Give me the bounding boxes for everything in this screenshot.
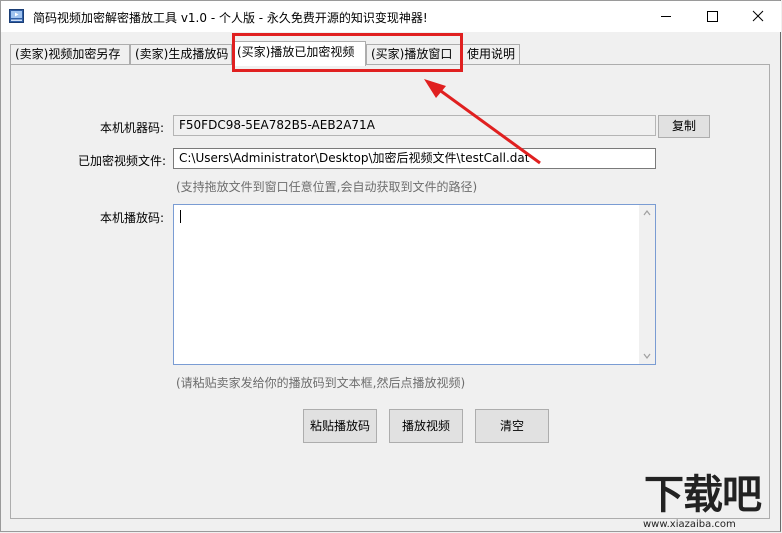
encrypted-file-input[interactable]: C:\Users\Administrator\Desktop\加密后视频文件\t… xyxy=(173,148,656,169)
play-video-button[interactable]: 播放视频 xyxy=(389,409,463,443)
machine-code-label: 本机机器码: xyxy=(100,121,165,135)
maximize-icon xyxy=(707,11,718,22)
minimize-button[interactable] xyxy=(643,1,689,32)
close-icon xyxy=(752,10,764,22)
vertical-scrollbar[interactable] xyxy=(639,205,655,364)
play-code-label: 本机播放码: xyxy=(100,211,165,225)
play-code-textarea[interactable] xyxy=(173,204,656,365)
clear-button[interactable]: 清空 xyxy=(475,409,549,443)
title-bar[interactable]: 简码视频加密解密播放工具 v1.0 - 个人版 - 永久免费开源的知识变现神器! xyxy=(1,1,781,32)
play-code-hint: (请粘贴卖家发给你的播放码到文本框,然后点播放视频) xyxy=(176,376,466,390)
paste-code-button[interactable]: 粘贴播放码 xyxy=(303,409,377,443)
tab-seller-encrypt[interactable]: (卖家)视频加密另存 xyxy=(10,44,130,64)
watermark-url: www.xiazaiba.com xyxy=(643,519,736,530)
tab-label: 使用说明 xyxy=(467,47,516,61)
watermark-logo: 下载吧 xyxy=(644,472,762,518)
tab-label: (卖家)视频加密另存 xyxy=(15,47,121,61)
tab-instructions[interactable]: 使用说明 xyxy=(462,44,520,64)
minimize-icon xyxy=(661,16,671,17)
maximize-button[interactable] xyxy=(689,1,735,32)
highlight-box xyxy=(232,33,463,72)
tab-seller-generate-code[interactable]: (卖家)生成播放码 xyxy=(130,44,232,64)
file-drop-hint: (支持拖放文件到窗口任意位置,会自动获取到文件的路径) xyxy=(176,180,478,194)
tab-label: (卖家)生成播放码 xyxy=(135,47,229,61)
copy-button[interactable]: 复制 xyxy=(658,115,710,138)
window-title: 简码视频加密解密播放工具 v1.0 - 个人版 - 永久免费开源的知识变现神器! xyxy=(33,11,428,25)
app-icon xyxy=(9,9,24,23)
text-caret xyxy=(180,210,181,223)
annotation-arrow-icon xyxy=(424,79,541,165)
scroll-arrows-icon xyxy=(643,210,651,359)
encrypted-file-label: 已加密视频文件: xyxy=(78,154,167,168)
watermark: 下载吧 www.xiazaiba.com xyxy=(640,472,782,533)
close-button[interactable] xyxy=(735,1,781,32)
machine-code-field[interactable]: F50FDC98-5EA782B5-AEB2A71A xyxy=(173,115,656,136)
